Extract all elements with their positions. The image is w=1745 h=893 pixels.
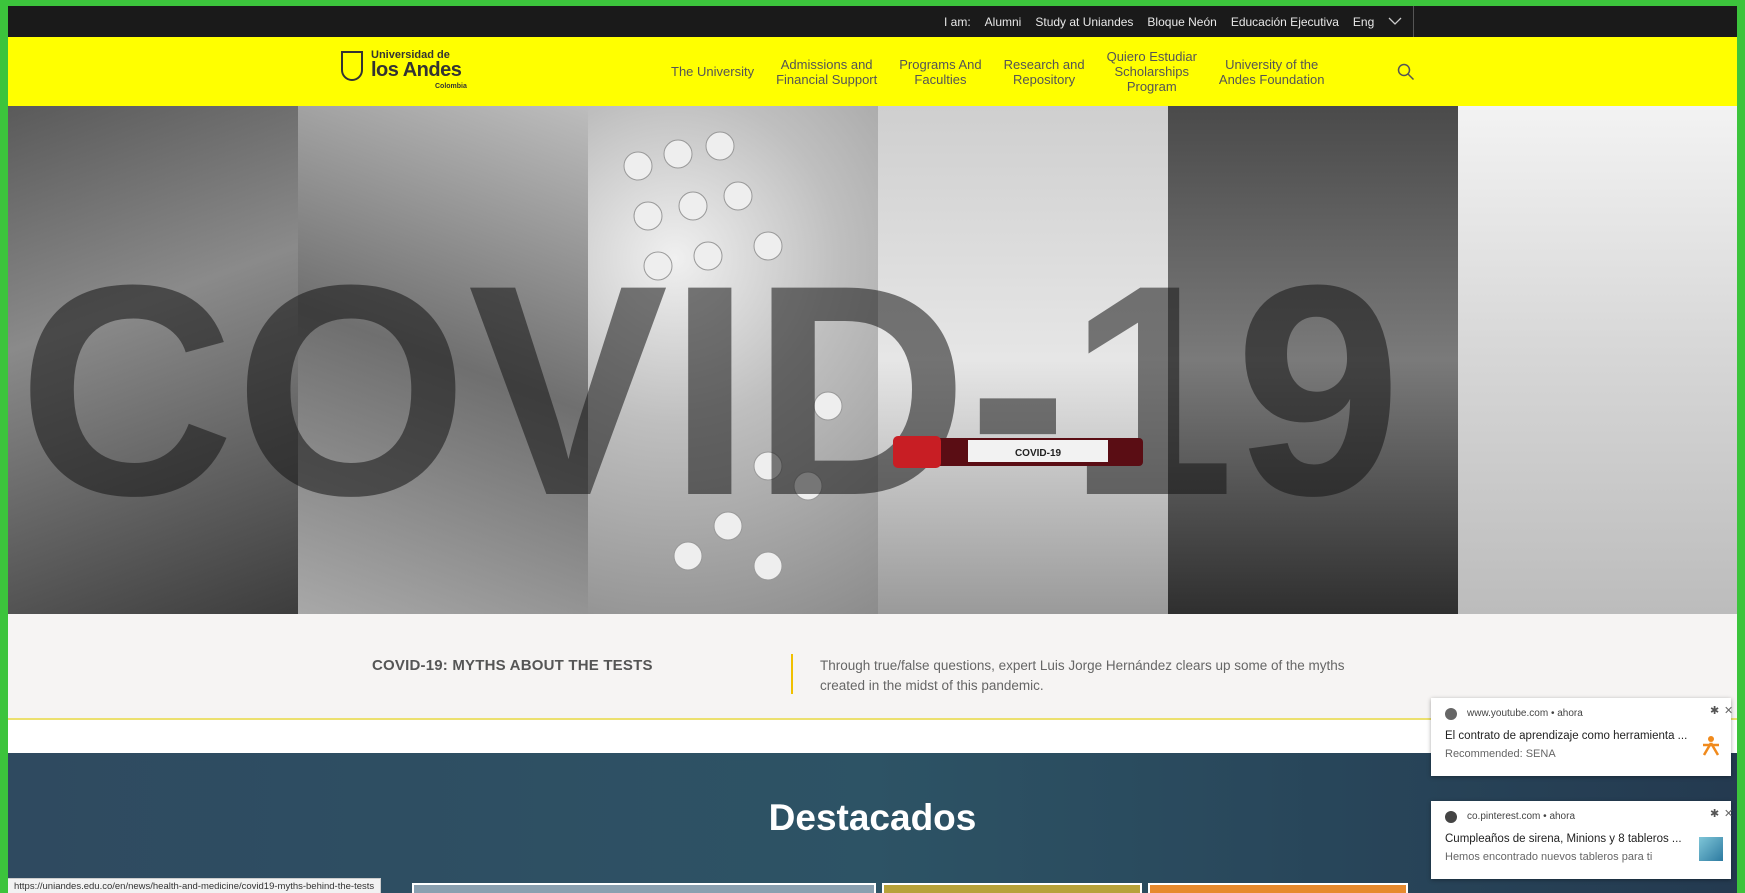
notification-subtitle: Recommended: SENA	[1445, 748, 1556, 760]
utility-bar: I am: Alumni Study at Uniandes Bloque Ne…	[8, 6, 1737, 37]
utility-link-alumni[interactable]: Alumni	[985, 15, 1022, 29]
notification-time: ahora	[1549, 811, 1576, 822]
notification-subtitle: Hemos encontrado nuevos tableros para ti	[1445, 851, 1653, 863]
nav-quiero-estudiar[interactable]: Quiero Estudiar Scholarships Program	[1096, 49, 1208, 94]
language-selector[interactable]: Eng	[1353, 15, 1374, 29]
notification-site: www.youtube.com	[1467, 708, 1549, 719]
nav-label: Quiero Estudiar	[1106, 49, 1197, 64]
utility-link-study[interactable]: Study at Uniandes	[1035, 15, 1133, 29]
divider	[1413, 6, 1414, 37]
main-nav: The University Admissions and Financial …	[660, 37, 1335, 106]
notification-source: co.pinterest.com • ahora	[1467, 811, 1575, 822]
notification-time: ahora	[1557, 708, 1583, 719]
article-title[interactable]: COVID-19: MYTHS ABOUT THE TESTS	[372, 657, 653, 674]
close-icon[interactable]: ✕	[1724, 704, 1733, 717]
gear-icon[interactable]: ✱	[1710, 704, 1719, 717]
main-header: Universidad de los Andes Colombia The Un…	[8, 37, 1737, 106]
nav-label: Financial Support	[776, 71, 878, 87]
featured-card[interactable]	[412, 883, 876, 893]
logo-line3: Colombia	[435, 83, 467, 90]
link-preview-statusbar: https://uniandes.edu.co/en/news/health-a…	[8, 878, 382, 893]
notification-title: El contrato de aprendizaje como herramie…	[1445, 730, 1688, 742]
nav-label: Research and	[1003, 56, 1085, 72]
nav-label: The University	[671, 64, 755, 79]
nav-label: Scholarships	[1114, 64, 1189, 79]
nav-admissions[interactable]: Admissions and Financial Support	[765, 57, 888, 87]
nav-label: Faculties	[914, 71, 967, 87]
hero-banner[interactable]: COVID-19 COVID-19	[8, 106, 1737, 614]
nav-label: Andes Foundation	[1218, 71, 1325, 87]
notification-pinterest[interactable]: co.pinterest.com • ahora ✱ ✕ Cumpleaños …	[1431, 801, 1733, 879]
notification-site: co.pinterest.com	[1467, 811, 1541, 822]
covid-title-graphic: COVID-19 COVID-19	[18, 131, 1402, 581]
utility-link-bloque-neon[interactable]: Bloque Neón	[1147, 15, 1216, 29]
notification-title: Cumpleaños de sirena, Minions y 8 tabler…	[1445, 833, 1682, 845]
sena-logo-icon	[1699, 734, 1723, 758]
tube-label: COVID-19	[1015, 448, 1062, 459]
nav-programs[interactable]: Programs And Faculties	[888, 57, 992, 87]
shield-icon	[341, 51, 363, 81]
nav-label: Programs And	[899, 56, 982, 72]
iam-label: I am:	[944, 14, 971, 29]
notification-source: www.youtube.com • ahora	[1467, 708, 1583, 719]
accent-divider	[791, 654, 793, 694]
nav-research[interactable]: Research and Repository	[993, 57, 1096, 87]
gear-icon[interactable]: ✱	[1710, 807, 1719, 820]
nav-label: Admissions and	[780, 56, 873, 72]
nav-foundation[interactable]: University of the Andes Foundation	[1208, 57, 1336, 87]
hero-big-text: COVID-19	[18, 222, 1402, 558]
featured-card[interactable]	[882, 883, 1142, 893]
test-tube-icon: COVID-19	[893, 436, 1143, 468]
nav-the-university[interactable]: The University	[660, 64, 765, 79]
youtube-icon	[1445, 708, 1457, 720]
browser-viewport: I am: Alumni Study at Uniandes Bloque Ne…	[8, 6, 1737, 893]
chevron-down-icon[interactable]	[1388, 15, 1402, 29]
nav-label: Program	[1126, 79, 1177, 94]
search-icon[interactable]	[1397, 63, 1415, 81]
notification-youtube[interactable]: www.youtube.com • ahora ✱ ✕ El contrato …	[1431, 698, 1733, 776]
logo-line2: los Andes	[371, 59, 462, 81]
board-thumbnail	[1699, 837, 1723, 861]
article-description: Through true/false questions, expert Lui…	[820, 658, 1345, 693]
nav-label: Repository	[1013, 71, 1076, 87]
close-icon[interactable]: ✕	[1724, 807, 1733, 820]
university-logo[interactable]: Universidad de los Andes Colombia	[341, 49, 471, 95]
nav-label: University of the	[1225, 56, 1319, 72]
utility-link-executive-ed[interactable]: Educación Ejecutiva	[1231, 15, 1339, 29]
pinterest-icon	[1445, 811, 1457, 823]
featured-card[interactable]	[1148, 883, 1408, 893]
